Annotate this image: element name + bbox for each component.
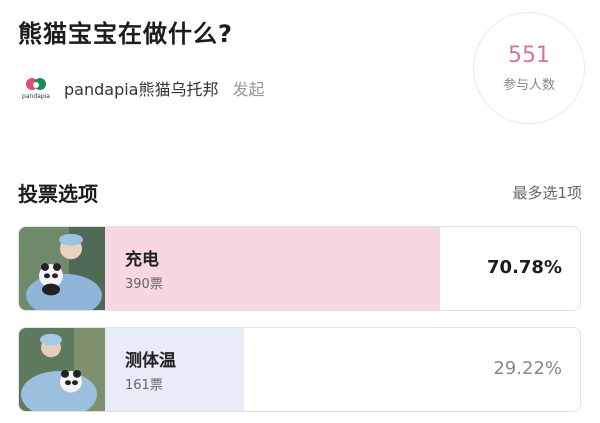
option-1-percent: 70.78% — [487, 257, 562, 278]
poll-option-2[interactable]: 测体温 161票 29.22% — [18, 327, 581, 412]
options-section-title: 投票选项 — [18, 182, 98, 206]
option-2-panda-photo — [19, 328, 105, 411]
poll-title: 熊猫宝宝在做什么? — [18, 20, 233, 48]
poll-author[interactable]: pandapia pandapia熊猫乌托邦 发起 — [18, 76, 265, 100]
participants-count: 551 — [508, 43, 550, 68]
author-action: 发起 — [232, 80, 265, 99]
options-limit-note: 最多选1项 — [512, 184, 582, 202]
option-2-label: 测体温 — [125, 351, 176, 371]
poll-option-1[interactable]: 充电 390票 70.78% — [18, 226, 581, 311]
option-1-votes: 390票 — [125, 277, 163, 292]
pandapia-logo: pandapia — [22, 78, 50, 100]
option-1-panda-photo — [19, 227, 105, 310]
participants-label: 参与人数 — [502, 78, 555, 93]
author-name[interactable]: pandapia熊猫乌托邦 — [64, 76, 218, 100]
option-2-percent: 29.22% — [493, 358, 562, 379]
option-1-label: 充电 — [125, 250, 159, 270]
logo-text: pandapia — [22, 93, 50, 100]
option-2-votes: 161票 — [125, 378, 163, 393]
participants-badge: 551 参与人数 — [473, 12, 585, 124]
